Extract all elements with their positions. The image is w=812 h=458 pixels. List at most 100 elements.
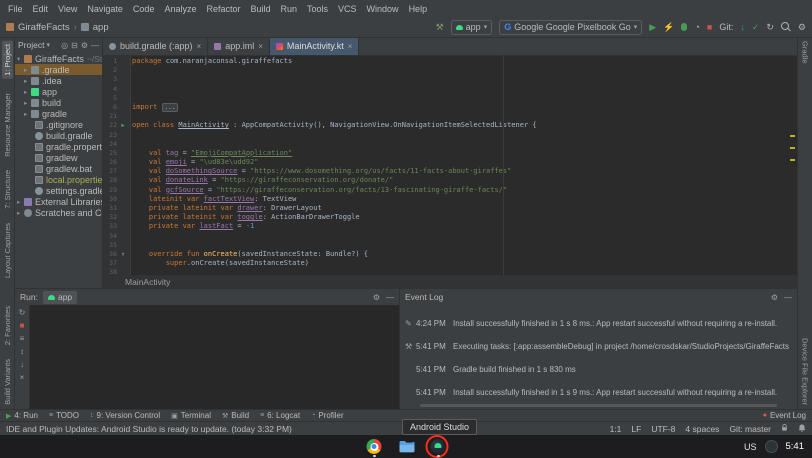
tool-window-button[interactable]: Gradle <box>801 41 810 64</box>
code-line[interactable]: 25 val tag = "EmojiCompatApplication" <box>103 149 797 158</box>
menu-item[interactable]: Build <box>245 4 275 14</box>
stop-button[interactable]: ■ <box>707 23 712 32</box>
tree-item[interactable]: ▸ External Libraries <box>15 196 102 207</box>
tree-item[interactable]: ▸ Scratches and Consoles <box>15 207 102 218</box>
tree-item[interactable]: gradle.properties <box>15 141 102 152</box>
locate-file-icon[interactable]: ◎ <box>61 41 68 50</box>
code-line[interactable]: 37 super.onCreate(savedInstanceState) <box>103 259 797 268</box>
close-tab-icon[interactable]: × <box>197 42 202 51</box>
status-message[interactable]: IDE and Plugin Updates: Android Studio i… <box>6 424 292 434</box>
lock-icon[interactable] <box>781 423 788 434</box>
expand-arrow-icon[interactable]: ▸ <box>24 77 31 85</box>
tool-window-button[interactable]: ● Event Log <box>763 411 806 420</box>
code-line[interactable]: 34 <box>103 232 797 241</box>
clock[interactable]: 5:41 <box>786 441 805 452</box>
status-item[interactable]: UTF-8 <box>651 424 675 434</box>
tool-window-button[interactable]: ≡ 6: Logcat <box>260 411 300 420</box>
breadcrumb-project[interactable]: GiraffeFacts <box>18 22 70 33</box>
editor-tab[interactable]: build.gradle (:app) × <box>103 37 208 55</box>
menu-item[interactable]: VCS <box>333 4 362 14</box>
panel-settings-icon[interactable]: ⚙ <box>81 41 88 50</box>
code-line[interactable]: 30 lateinit var factTextView: TextView <box>103 195 797 204</box>
settings-gear-icon[interactable]: ⚙ <box>798 23 806 32</box>
vcs-update-icon[interactable]: ↓ <box>740 23 745 32</box>
menu-item[interactable]: Edit <box>28 4 54 14</box>
code-line[interactable]: 29 val gcfSource = "https://giraffeconse… <box>103 186 797 195</box>
taskbar-android-studio-icon[interactable] <box>430 435 447 458</box>
tree-item[interactable]: ▸ app <box>15 86 102 97</box>
tool-window-button[interactable]: ◔ Profiler <box>311 411 344 420</box>
run-toolbar-icon[interactable]: ≡ <box>20 334 25 343</box>
expand-arrow-icon[interactable]: ▸ <box>24 66 31 74</box>
event-log-entry[interactable]: 5:41 PM Gradle build finished in 1 s 830… <box>405 363 797 376</box>
tree-item[interactable]: settings.gradle <box>15 185 102 196</box>
code-editor[interactable]: 1package com.naranjaconsal.giraffefacts2… <box>103 55 797 276</box>
close-tab-icon[interactable]: × <box>258 42 263 51</box>
expand-arrow-icon[interactable]: ▸ <box>24 110 31 118</box>
status-item[interactable]: 1:1 <box>610 424 622 434</box>
menu-item[interactable]: Analyze <box>159 4 201 14</box>
breadcrumb-module[interactable]: app <box>93 22 109 33</box>
expand-arrow-icon[interactable]: ▾ <box>17 55 24 63</box>
horizontal-scrollbar[interactable] <box>420 404 777 407</box>
menu-item[interactable]: Navigate <box>82 4 128 14</box>
collapse-all-icon[interactable]: ⊟ <box>71 41 78 50</box>
expand-arrow-icon[interactable]: ▸ <box>24 88 31 96</box>
tool-window-button[interactable]: ↕ 9: Version Control <box>90 411 160 420</box>
code-line[interactable]: 24 <box>103 140 797 149</box>
code-line[interactable]: 32 private lateinit var toggle: ActionBa… <box>103 213 797 222</box>
run-configuration-select[interactable]: app ▾ <box>451 20 493 35</box>
status-item[interactable]: LF <box>631 424 641 434</box>
tool-window-button[interactable]: 2: Favorites <box>3 306 12 345</box>
run-toolbar-icon[interactable]: ↻ <box>19 308 26 317</box>
project-panel-title[interactable]: Project <box>18 40 44 50</box>
event-log-entry[interactable]: ✎ 4:24 PM Install successfully finished … <box>405 317 797 330</box>
breadcrumb-class[interactable]: MainActivity <box>125 277 170 287</box>
taskbar-files-icon[interactable] <box>398 435 415 458</box>
tool-window-button[interactable]: Device File Explorer <box>801 338 810 405</box>
code-line[interactable]: 36↑ override fun onCreate(savedInstanceS… <box>103 250 797 259</box>
vcs-revert-icon[interactable]: ↻ <box>766 23 774 32</box>
tree-item[interactable]: ▾ GiraffeFacts ~/StudioProjects/GiraffeF… <box>15 53 102 64</box>
scrollbar-warning-mark[interactable] <box>790 159 795 161</box>
code-line[interactable]: 31 private lateinit var drawer: DrawerLa… <box>103 204 797 213</box>
code-line[interactable]: 4 <box>103 85 797 94</box>
hide-panel-icon[interactable]: — <box>91 41 99 50</box>
menu-item[interactable]: Tools <box>302 4 333 14</box>
code-line[interactable]: 5 <box>103 94 797 103</box>
status-item[interactable]: 4 spaces <box>685 424 719 434</box>
menu-item[interactable]: Code <box>128 4 160 14</box>
menu-item[interactable]: Run <box>276 4 303 14</box>
notifications-bell-icon[interactable] <box>798 424 806 434</box>
hide-panel-icon[interactable]: — <box>386 293 394 302</box>
tool-window-button[interactable]: Build Variants <box>3 359 12 405</box>
menu-item[interactable]: Help <box>404 4 433 14</box>
panel-settings-icon[interactable]: ⚙ <box>373 293 380 302</box>
editor-tab[interactable]: app.iml × <box>208 37 270 55</box>
code-line[interactable]: 35 <box>103 241 797 250</box>
code-line[interactable]: 3 <box>103 75 797 84</box>
expand-arrow-icon[interactable]: ▸ <box>17 198 24 206</box>
code-line[interactable]: 23 <box>103 131 797 140</box>
profiler-icon[interactable]: ◔ <box>694 23 699 32</box>
run-gutter-icon[interactable]: ▶ <box>117 121 129 130</box>
tool-window-button[interactable]: ▣ Terminal <box>171 411 211 420</box>
tool-window-button[interactable]: 1: Project <box>2 41 13 79</box>
hide-panel-icon[interactable]: — <box>784 293 792 302</box>
debug-icon[interactable] <box>681 23 687 31</box>
tool-window-button[interactable]: ⚒ Build <box>222 411 249 420</box>
close-tab-icon[interactable]: × <box>348 42 353 51</box>
tool-window-button[interactable]: Resource Manager <box>3 93 12 157</box>
run-toolbar-icon[interactable]: ↕ <box>20 347 24 356</box>
tool-window-button[interactable]: Layout Captures <box>3 223 12 278</box>
code-line[interactable]: 26 val emoji = "\ud83e\udd92" <box>103 158 797 167</box>
tree-item[interactable]: ▸ .gradle <box>15 64 102 75</box>
tool-window-button[interactable]: ≡ TODO <box>49 411 79 420</box>
code-line[interactable]: 2 <box>103 66 797 75</box>
run-toolbar-icon[interactable]: ↓ <box>20 360 24 369</box>
tree-item[interactable]: gradlew <box>15 152 102 163</box>
run-toolbar-icon[interactable]: × <box>20 373 25 382</box>
code-line[interactable]: 28 val donateLink = "https://giraffecons… <box>103 176 797 185</box>
apply-changes-icon[interactable]: ⚡ <box>663 23 674 32</box>
vcs-commit-icon[interactable]: ✓ <box>752 23 760 32</box>
